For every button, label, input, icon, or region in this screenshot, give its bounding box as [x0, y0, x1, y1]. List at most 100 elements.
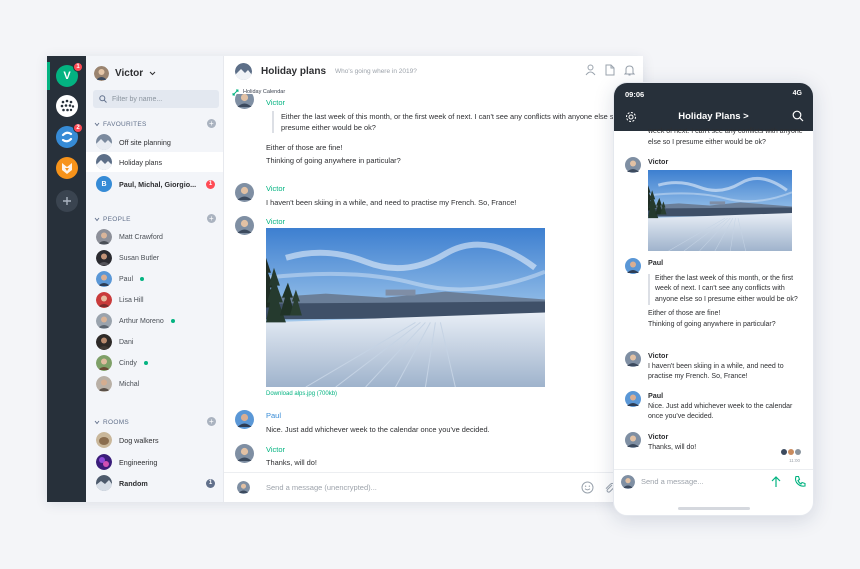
- sender-name[interactable]: Paul: [648, 258, 806, 269]
- send-icon[interactable]: [770, 475, 782, 488]
- person-item-matt-crawford[interactable]: Matt Crawford: [86, 227, 223, 247]
- mobile-app: 09:06 4G Holiday Plans > week of next. I…: [613, 82, 814, 516]
- add-community-button[interactable]: [56, 190, 78, 212]
- online-indicator: [143, 361, 148, 365]
- sender-avatar[interactable]: [625, 391, 641, 407]
- person-avatar: [96, 376, 112, 392]
- user-menu[interactable]: Victor: [94, 64, 156, 82]
- sender-name[interactable]: Paul: [266, 410, 636, 421]
- mobile-message-input[interactable]: Send a message...: [641, 477, 704, 486]
- community-letter: V: [63, 70, 71, 82]
- person-name: Arthur Moreno: [119, 317, 164, 325]
- sender-avatar[interactable]: [235, 444, 254, 463]
- community-v-avatar[interactable]: V 1: [56, 62, 83, 87]
- status-signal: 4G: [792, 90, 802, 97]
- desktop-window: V 1 2 Victor Filter by name... FAVOURITE…: [47, 56, 643, 502]
- sender-name[interactable]: Victor: [266, 183, 636, 194]
- person-item-arthur-moreno[interactable]: Arthur Moreno: [86, 311, 223, 331]
- mobile-message-event: Paul Nice. Just add whichever week to th…: [648, 391, 806, 423]
- read-receipt-avatar: [788, 449, 794, 455]
- room-item-holiday-plans[interactable]: Holiday plans: [86, 152, 223, 172]
- person-item-michal[interactable]: Michal: [86, 374, 223, 394]
- message-text: Either of those are fine!: [266, 143, 343, 152]
- sender-avatar[interactable]: [625, 432, 641, 448]
- message-timestamp: 11:00: [789, 458, 800, 463]
- community-badge: 2: [73, 123, 83, 133]
- sender-avatar[interactable]: [235, 94, 254, 109]
- room-avatar: [96, 154, 112, 170]
- plus-icon: [63, 197, 71, 205]
- room-item-dog-walkers[interactable]: Dog walkers: [86, 430, 223, 450]
- sender-name[interactable]: Victor: [266, 216, 636, 227]
- section-favourites[interactable]: FAVOURITES +: [94, 118, 216, 130]
- sender-avatar[interactable]: [625, 258, 641, 274]
- sender-name[interactable]: Paul: [648, 391, 806, 402]
- mobile-header: 09:06 4G Holiday Plans >: [614, 83, 813, 131]
- message-event: Victor: [266, 216, 636, 227]
- sender-name[interactable]: Victor: [648, 157, 806, 168]
- unread-badge: 1: [206, 179, 215, 189]
- read-receipts[interactable]: [781, 449, 801, 455]
- person-name: Paul: [119, 275, 134, 283]
- section-rooms[interactable]: ROOMS +: [94, 416, 216, 428]
- person-item-susan-butler[interactable]: Susan Butler: [86, 248, 223, 268]
- person-name: Cindy: [119, 359, 137, 367]
- sender-name[interactable]: Victor: [648, 432, 806, 443]
- person-name: Michal: [119, 380, 140, 388]
- community-sphere-icon[interactable]: [56, 95, 78, 117]
- message-quote: Either the last week of this month, or t…: [648, 273, 806, 305]
- room-filter-input[interactable]: Filter by name...: [93, 90, 219, 108]
- message-input[interactable]: Send a message (unencrypted)...: [266, 483, 377, 492]
- mobile-room-title[interactable]: Holiday Plans >: [614, 111, 813, 122]
- files-icon[interactable]: [605, 64, 615, 76]
- room-title[interactable]: Holiday plans: [261, 66, 326, 77]
- room-item-group-dm[interactable]: B Paul, Michal, Giorgio... 1: [86, 174, 223, 194]
- online-indicator: [170, 319, 175, 323]
- message-text: Nice. Just add whichever week to the cal…: [266, 425, 490, 434]
- chat-panel: Holiday plans Who's going where in 2019?…: [224, 56, 643, 502]
- sender-avatar[interactable]: [235, 183, 254, 202]
- sender-avatar[interactable]: [235, 216, 254, 235]
- person-item-paul[interactable]: Paul: [86, 269, 223, 289]
- room-name: Engineering: [119, 457, 158, 467]
- person-item-cindy[interactable]: Cindy: [86, 353, 223, 373]
- sender-name[interactable]: Victor: [648, 351, 806, 362]
- alps-image[interactable]: [648, 170, 792, 251]
- community-swirl-icon[interactable]: 2: [56, 123, 83, 148]
- section-people[interactable]: PEOPLE +: [94, 213, 216, 225]
- voice-call-icon[interactable]: [794, 475, 806, 488]
- mobile-message-event: Paul Either the last week of this month,…: [648, 258, 806, 330]
- sender-avatar[interactable]: [625, 351, 641, 367]
- composer: Send a message (unencrypted)...: [224, 472, 643, 502]
- sender-name[interactable]: Victor: [266, 97, 636, 108]
- add-person-button[interactable]: +: [207, 214, 216, 223]
- room-name: Off site planning: [119, 137, 171, 147]
- person-item-lisa-hill[interactable]: Lisa Hill: [86, 290, 223, 310]
- alps-image[interactable]: [266, 228, 545, 387]
- chevron-down-icon: [94, 420, 100, 424]
- emoji-icon[interactable]: [581, 481, 594, 494]
- room-name: Holiday plans: [119, 157, 163, 167]
- add-favourite-button[interactable]: +: [207, 119, 216, 128]
- room-item-off-site-planning[interactable]: Off site planning: [86, 132, 223, 152]
- mobile-composer: Send a message...: [614, 469, 813, 493]
- sender-avatar[interactable]: [625, 157, 641, 173]
- room-avatar[interactable]: [235, 62, 252, 80]
- add-room-button[interactable]: +: [207, 417, 216, 426]
- rail-selection-indicator: [47, 62, 50, 90]
- mobile-composer-actions: [770, 475, 806, 488]
- message-timeline: Victor Either the last week of this mont…: [224, 94, 643, 472]
- person-item-dani[interactable]: Dani: [86, 332, 223, 352]
- sender-name[interactable]: Victor: [266, 444, 636, 455]
- search-icon: [99, 95, 107, 103]
- online-indicator: [140, 277, 145, 281]
- room-item-engineering[interactable]: Engineering: [86, 452, 223, 472]
- sender-avatar[interactable]: [235, 410, 254, 429]
- room-item-random[interactable]: Random 1: [86, 473, 223, 493]
- header-actions: [585, 64, 635, 76]
- bell-icon[interactable]: [624, 64, 635, 76]
- search-icon[interactable]: [792, 110, 804, 122]
- community-fox-icon[interactable]: [56, 157, 78, 179]
- download-link[interactable]: Download alps.jpg (700kb): [266, 391, 337, 397]
- members-icon[interactable]: [585, 64, 596, 76]
